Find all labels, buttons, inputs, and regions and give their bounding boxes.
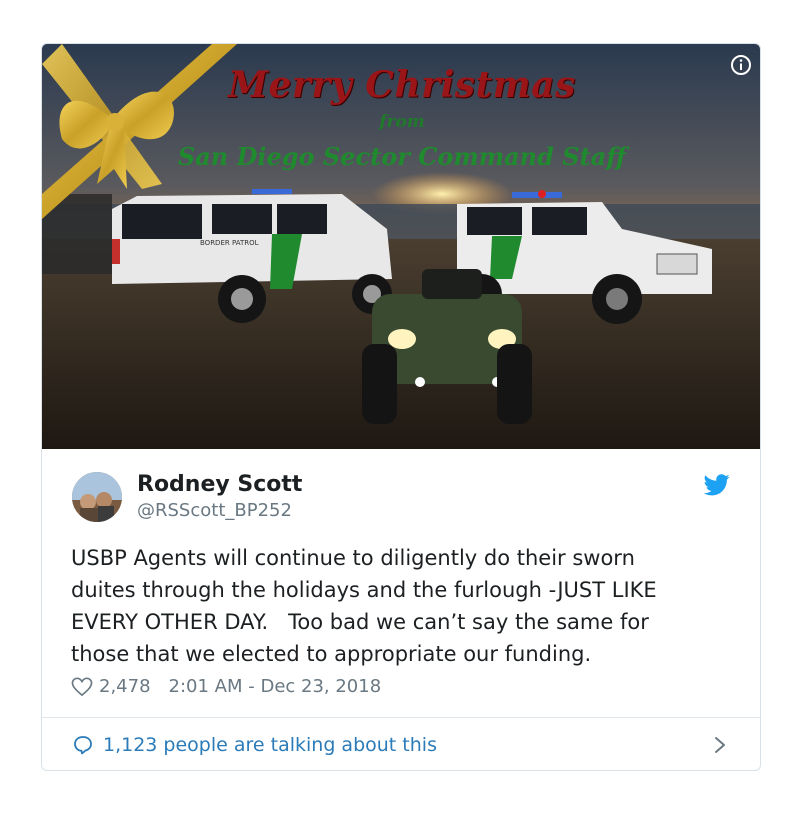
avatar-photo	[72, 472, 122, 522]
tweet-text: USBP Agents will continue to diligently …	[71, 546, 657, 666]
suv-door-label: BORDER PATROL	[200, 239, 259, 247]
like-count[interactable]: 2,478	[99, 676, 151, 697]
greeting-staff: San Diego Sector Command Staff	[177, 142, 627, 171]
greeting-from: from	[379, 112, 425, 132]
tweet-timestamp[interactable]: 2:01 AM - Dec 23, 2018	[169, 676, 382, 697]
tweet-photo[interactable]: BORDER PATROL Merry Christmas from San D…	[42, 44, 760, 449]
conversation-label: 1,123 people are talking about this	[103, 734, 437, 756]
author-handle[interactable]: @RSScott_BP252	[137, 500, 292, 521]
conversation-link[interactable]: 1,123 people are talking about this	[42, 718, 760, 770]
tweet-meta: 2,478 2:01 AM - Dec 23, 2018	[71, 676, 381, 697]
twitter-bird-icon[interactable]	[704, 474, 730, 496]
chevron-right-icon[interactable]	[714, 736, 726, 754]
speech-bubble-icon	[74, 736, 92, 755]
info-icon[interactable]	[730, 54, 752, 76]
avatar[interactable]	[72, 472, 122, 522]
author-name[interactable]: Rodney Scott	[137, 472, 302, 497]
embedded-tweet-card: BORDER PATROL Merry Christmas from San D…	[41, 43, 761, 771]
greeting-title: Merry Christmas	[228, 64, 576, 106]
heart-icon[interactable]	[71, 677, 93, 697]
